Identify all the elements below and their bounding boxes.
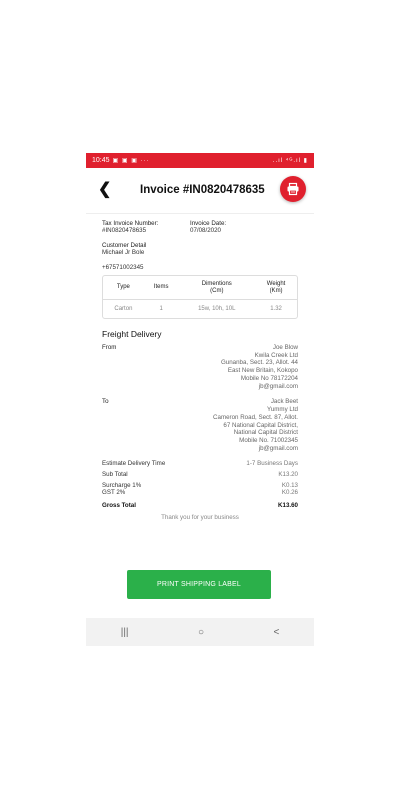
- address-line: jb@gmail.com: [258, 444, 298, 452]
- customer-phone: +67571002345: [102, 264, 144, 271]
- cell-dimensions: 15w, 10h, 10L: [198, 305, 236, 312]
- print-shipping-label-button[interactable]: PRINT SHIPPING LABEL: [127, 570, 271, 599]
- address-line: Mobile No 78172204: [240, 374, 298, 382]
- surcharge-value: K0.13: [281, 481, 298, 489]
- tax-invoice-label: Tax Invoice Number:: [102, 220, 159, 227]
- invoice-date-value: 07/08/2020: [190, 227, 221, 234]
- delivery-time-value: 1-7 Business Days: [246, 459, 298, 467]
- gross-total-value: K13.60: [278, 501, 298, 509]
- customer-detail-label: Customer Detail: [102, 242, 147, 249]
- freight-delivery-title: Freight Delivery: [102, 328, 162, 339]
- status-bar: 10:45 ▣ ▣ ▣ ··· ..ıl ⁴ᴳ.ıl ▮: [86, 153, 314, 168]
- delivery-time-label: Estimate Delivery Time: [102, 459, 166, 467]
- col-dimensions: Dimentions (Cm): [178, 276, 256, 300]
- table-row: Carton 1 15w, 10h, 10L 1.32: [103, 300, 297, 318]
- tax-invoice-value: #IN0820478635: [102, 227, 147, 234]
- address-line: National Capital District: [233, 429, 298, 437]
- notification-icons: ▣ ▣ ▣ ···: [112, 158, 150, 164]
- surcharge-row: Surcharge 1% K0.13: [102, 482, 298, 489]
- col-weight: Weight (Km): [255, 276, 297, 300]
- subtotal-label: Sub Total: [102, 470, 128, 478]
- cell-weight: 1.32: [270, 305, 282, 312]
- system-nav-bar: ||| ○ <: [86, 618, 314, 646]
- col-items: Items: [143, 276, 179, 300]
- page-title: Invoice #IN0820478635: [140, 184, 265, 196]
- thank-you-note: Thank you for your business: [161, 513, 239, 521]
- printer-icon: [287, 182, 299, 196]
- status-time: 10:45: [92, 157, 110, 164]
- recents-icon[interactable]: |||: [121, 627, 129, 638]
- gst-value: K0.26: [281, 488, 298, 496]
- to-label: To: [102, 398, 109, 406]
- print-button[interactable]: [280, 176, 306, 202]
- cell-items: 1: [159, 305, 163, 312]
- gst-row: GST 2% K0.26: [102, 489, 298, 496]
- subtotal-value: K13.20: [278, 470, 298, 478]
- address-line: Joe Blow: [272, 343, 298, 351]
- delivery-time-row: Estimate Delivery Time 1-7 Business Days: [102, 460, 298, 467]
- to-address: To Jack Beet Yummy Ltd Cameron Road, Sec…: [102, 398, 298, 452]
- address-line: Yummy Ltd: [267, 406, 298, 414]
- app-header: ❮ Invoice #IN0820478635: [86, 168, 314, 214]
- address-line: Mobile No. 71002345: [239, 437, 298, 445]
- address-line: Jack Beet: [270, 398, 298, 406]
- table-header-row: Type Items Dimentions (Cm) Weight (Km): [103, 276, 297, 300]
- from-address: From Joe Blow Kwila Creek Ltd Gunanba, S…: [102, 344, 298, 391]
- address-line: Kwila Creek Ltd: [254, 351, 298, 359]
- customer-name: Michael Jr Bole: [102, 249, 145, 256]
- invoice-meta: Tax Invoice Number: #IN0820478635 Invoic…: [102, 220, 298, 234]
- gross-total-row: Gross Total K13.60: [102, 502, 298, 509]
- address-line: Gunanba, Sect. 23, Allot. 44: [220, 359, 298, 367]
- subtotal-row: Sub Total K13.20: [102, 471, 298, 478]
- phone-screen: 10:45 ▣ ▣ ▣ ··· ..ıl ⁴ᴳ.ıl ▮ ❮ Invoice #…: [86, 153, 314, 646]
- surcharge-label: Surcharge 1%: [102, 481, 142, 489]
- gst-label: GST 2%: [102, 488, 126, 496]
- invoice-date-label: Invoice Date:: [190, 220, 227, 227]
- invoice-content: Tax Invoice Number: #IN0820478635 Invoic…: [86, 214, 314, 521]
- cell-type: Carton: [114, 305, 133, 312]
- items-table: Type Items Dimentions (Cm) Weight (Km) C…: [102, 275, 298, 319]
- address-line: 67 National Capital District,: [223, 421, 298, 429]
- col-type: Type: [103, 276, 144, 300]
- gross-total-label: Gross Total: [102, 501, 136, 509]
- back-nav-icon[interactable]: <: [273, 627, 279, 638]
- address-line: Cameron Road, Sect. 87, Allot.: [213, 413, 298, 421]
- from-label: From: [102, 343, 117, 351]
- address-line: jb@gmail.com: [258, 382, 298, 390]
- back-arrow-icon[interactable]: ❮: [98, 182, 111, 198]
- home-icon[interactable]: ○: [198, 627, 204, 638]
- status-right-icons: ..ıl ⁴ᴳ.ıl ▮: [272, 158, 308, 164]
- address-line: East New Britain, Kokopo: [227, 367, 298, 375]
